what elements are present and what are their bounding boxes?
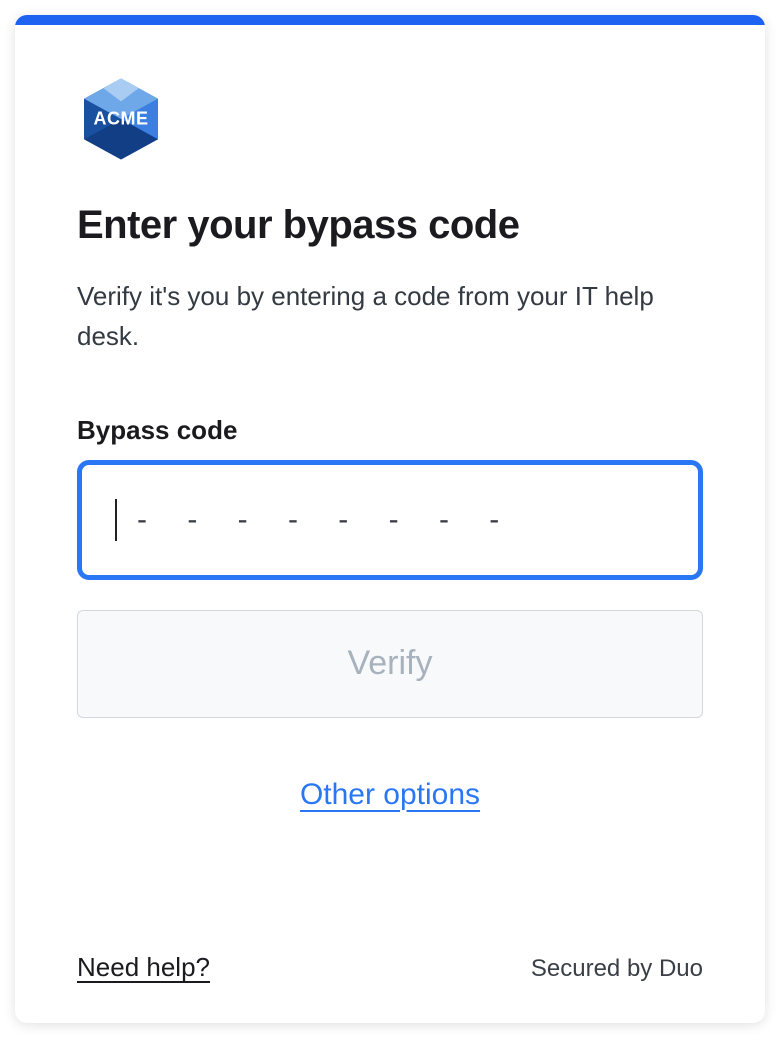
brand-logo: ACME [77, 75, 165, 163]
bypass-code-input[interactable] [77, 460, 703, 580]
card-footer: Need help? Secured by Duo [77, 892, 703, 983]
other-options-wrap: Other options [77, 778, 703, 812]
bypass-code-label: Bypass code [77, 415, 703, 446]
bypass-code-input-wrap: - - - - - - - - [77, 460, 703, 580]
need-help-link[interactable]: Need help? [77, 952, 210, 983]
other-options-link[interactable]: Other options [300, 778, 480, 811]
card-content: ACME Enter your bypass code Verify it's … [15, 25, 765, 1023]
secured-by-text: Secured by Duo [531, 955, 703, 983]
accent-top-bar [15, 15, 765, 25]
page-subtitle: Verify it's you by entering a code from … [77, 276, 703, 357]
auth-card: ACME Enter your bypass code Verify it's … [15, 15, 765, 1023]
page-title: Enter your bypass code [77, 203, 703, 248]
brand-logo-text: ACME [94, 109, 149, 130]
verify-button[interactable]: Verify [77, 610, 703, 718]
